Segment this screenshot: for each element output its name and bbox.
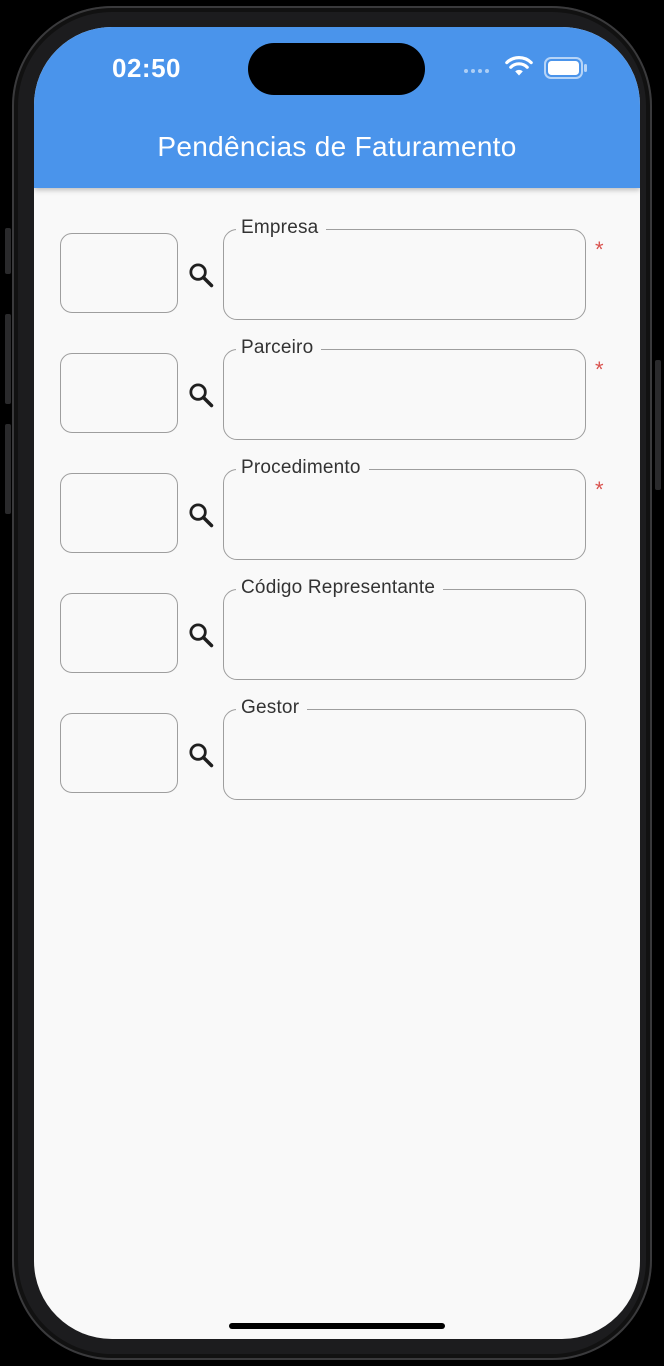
search-icon[interactable] (187, 381, 215, 409)
codigo-representante-label: Código Representante (236, 577, 444, 599)
search-icon[interactable] (187, 501, 215, 529)
required-indicator: * (595, 237, 604, 262)
device-frame: 02:50 Pendências de Faturamento Empresa … (0, 0, 664, 1366)
codigo-representante-field[interactable]: Código Representante (223, 577, 586, 680)
required-indicator: * (595, 477, 604, 502)
form-row-empresa: Empresa * (34, 217, 640, 325)
screen: 02:50 Pendências de Faturamento Empresa … (34, 27, 640, 1339)
gestor-field[interactable]: Gestor (223, 697, 586, 800)
parceiro-label: Parceiro (236, 337, 322, 359)
gestor-label: Gestor (236, 697, 308, 719)
power-button (655, 360, 661, 490)
empresa-code-input[interactable] (60, 233, 178, 313)
cellular-signal-icon (464, 69, 489, 73)
battery-icon (544, 57, 587, 79)
dynamic-island (248, 43, 425, 95)
procedimento-field[interactable]: Procedimento (223, 457, 586, 560)
gestor-code-input[interactable] (60, 713, 178, 793)
volume-up-button (5, 314, 11, 404)
parceiro-field[interactable]: Parceiro (223, 337, 586, 440)
required-indicator: * (595, 357, 604, 382)
wifi-icon (505, 56, 533, 76)
procedimento-label: Procedimento (236, 457, 369, 479)
action-button (5, 228, 11, 274)
codigo-representante-code-input[interactable] (60, 593, 178, 673)
procedimento-code-input[interactable] (60, 473, 178, 553)
form-row-codigo-representante: Código Representante (34, 577, 640, 685)
app-bar: 02:50 Pendências de Faturamento (34, 27, 640, 188)
form-row-procedimento: Procedimento * (34, 457, 640, 565)
parceiro-code-input[interactable] (60, 353, 178, 433)
search-icon[interactable] (187, 261, 215, 289)
form-row-gestor: Gestor (34, 697, 640, 805)
search-icon[interactable] (187, 621, 215, 649)
empresa-field[interactable]: Empresa (223, 217, 586, 320)
status-time: 02:50 (112, 53, 181, 83)
volume-down-button (5, 424, 11, 514)
form-row-parceiro: Parceiro * (34, 337, 640, 445)
page-title: Pendências de Faturamento (157, 131, 517, 162)
home-indicator[interactable] (229, 1323, 445, 1329)
empresa-label: Empresa (236, 217, 327, 239)
search-icon[interactable] (187, 741, 215, 769)
